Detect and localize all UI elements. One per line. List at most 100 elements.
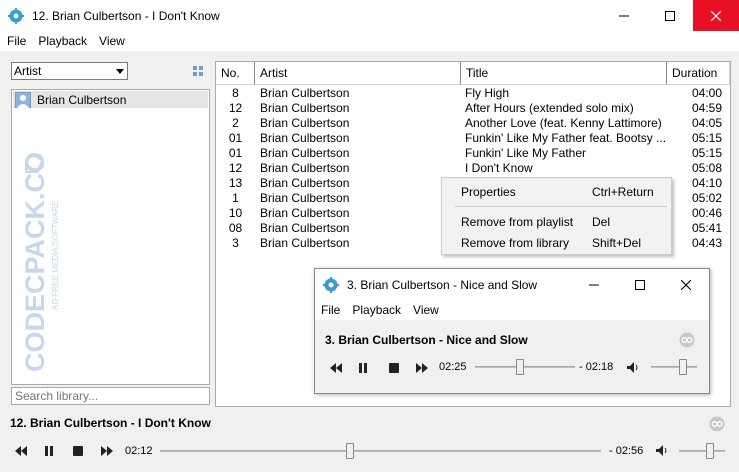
menu-bar: File Playback View [0, 31, 739, 51]
maximize-button[interactable] [647, 0, 693, 31]
volume-icon[interactable] [627, 362, 639, 373]
menu-view[interactable]: View [407, 303, 445, 317]
next-icon[interactable] [100, 445, 114, 457]
seek-bar[interactable] [160, 450, 601, 452]
codecpack-watermark-logo: CODECPACK.CO AD-FREE MEDIA SOFTWARE [20, 152, 60, 372]
menu-item-shortcut: Shift+Del [592, 236, 642, 250]
pause-icon[interactable] [44, 445, 54, 457]
cell-no: 2 [232, 116, 239, 130]
pause-icon[interactable] [358, 362, 368, 374]
cell-no: 12 [228, 101, 243, 115]
seek-thumb[interactable] [345, 443, 354, 459]
cell-duration: 04:43 [691, 236, 722, 250]
table-row[interactable]: 12 Brian Culbertson After Hours (extended … [216, 101, 730, 116]
column-header-duration[interactable]: Duration [667, 62, 730, 85]
menu-playback[interactable]: Playback [32, 34, 93, 48]
menu-item-label: Remove from playlist [461, 215, 574, 229]
table-row[interactable]: 01 Brian Culbertson Funkin' Like My Father… [216, 146, 730, 161]
title-bar: 12. Brian Culbertson - I Don't Know [0, 0, 739, 31]
cell-no: 10 [228, 206, 243, 220]
artist-name: Brian Culbertson [37, 92, 127, 107]
cell-no: 12 [228, 161, 243, 175]
stop-icon[interactable] [73, 445, 83, 457]
table-row[interactable]: 2 Brian Culbertson Another Love (feat. Ken… [216, 116, 730, 131]
mini-close-button[interactable] [663, 269, 709, 300]
mini-remaining-time: - 02:18 [579, 361, 614, 373]
cell-title: Funkin' Like My Father [465, 146, 587, 160]
maximize-icon [665, 10, 675, 21]
artist-list[interactable]: Brian Culbertson CODECPACK.CO AD-FREE ME… [11, 89, 210, 385]
menu-item-properties[interactable]: Properties Ctrl+Return [442, 182, 671, 202]
previous-icon[interactable] [329, 362, 343, 374]
cell-duration: 05:08 [691, 161, 722, 175]
cell-duration: 04:10 [691, 176, 722, 190]
cell-title: Funkin' Like My Father feat. Bootsy ... [465, 131, 667, 145]
cell-duration: 04:05 [691, 116, 722, 130]
artist-item[interactable]: Brian Culbertson [13, 91, 208, 108]
menu-file[interactable]: File [315, 303, 346, 317]
mini-volume-thumb[interactable] [679, 359, 688, 375]
menu-item-shortcut: Ctrl+Return [592, 185, 654, 199]
grid-view-icon[interactable] [193, 66, 204, 77]
cell-artist: Brian Culbertson [260, 161, 350, 175]
minimize-button[interactable] [601, 0, 647, 31]
column-header-no[interactable]: No. [216, 62, 255, 85]
lastfm-scrobble-icon[interactable] [709, 416, 725, 432]
now-playing-title: 12. Brian Culbertson - I Don't Know [10, 416, 211, 430]
cell-duration: 05:41 [691, 221, 722, 235]
mini-window-title: 3. Brian Culbertson - Nice and Slow [347, 277, 538, 292]
cell-artist: Brian Culbertson [260, 131, 350, 145]
volume-icon[interactable] [656, 445, 668, 456]
mini-maximize-button[interactable] [617, 269, 663, 300]
chevron-down-icon [116, 69, 124, 74]
maximize-icon [635, 279, 645, 290]
volume-slider[interactable] [679, 450, 725, 452]
remaining-time: - 02:56 [609, 445, 644, 457]
mini-seek-bar[interactable] [475, 366, 575, 368]
mini-now-playing-title: 3. Brian Culbertson - Nice and Slow [325, 333, 528, 347]
stop-icon[interactable] [389, 362, 399, 374]
menu-item-remove-playlist[interactable]: Remove from playlist Del [442, 212, 671, 232]
column-header-title[interactable]: Title [461, 62, 667, 85]
menu-item-label: Remove from library [461, 236, 570, 250]
table-row[interactable]: 8 Brian Culbertson Fly High 04:00 [216, 86, 730, 101]
minimize-icon [619, 15, 629, 16]
app-gear-icon [8, 7, 24, 24]
cell-no: 3 [232, 236, 239, 250]
cell-duration: 00:46 [691, 206, 722, 220]
person-icon [15, 91, 31, 108]
menu-item-shortcut: Del [592, 215, 611, 229]
cell-no: 08 [228, 221, 243, 235]
cell-no: 01 [228, 131, 243, 145]
cell-artist: Brian Culbertson [260, 206, 350, 220]
app-gear-icon [323, 276, 339, 293]
cell-no: 13 [228, 176, 243, 190]
group-by-value: Artist [14, 64, 42, 78]
cell-artist: Brian Culbertson [260, 101, 350, 115]
volume-thumb[interactable] [706, 443, 715, 459]
cell-no: 1 [232, 191, 239, 205]
search-library-input[interactable] [11, 387, 210, 405]
cell-artist: Brian Culbertson [260, 221, 350, 235]
cell-artist: Brian Culbertson [260, 191, 350, 205]
table-row[interactable]: 12 Brian Culbertson I Don't Know 05:08 [216, 161, 730, 176]
previous-icon[interactable] [14, 445, 28, 457]
group-by-select[interactable]: Artist [11, 62, 128, 80]
menu-playback[interactable]: Playback [346, 303, 407, 317]
window-title: 12. Brian Culbertson - I Don't Know [32, 8, 220, 23]
mini-volume-slider[interactable] [651, 366, 697, 368]
cell-duration: 05:15 [691, 131, 722, 145]
close-button[interactable] [693, 0, 739, 31]
mini-minimize-button[interactable] [571, 269, 617, 300]
lastfm-scrobble-icon[interactable] [679, 332, 695, 348]
column-header-artist[interactable]: Artist [255, 62, 461, 85]
close-icon [711, 10, 721, 21]
menu-file[interactable]: File [1, 34, 32, 48]
elapsed-time: 02:12 [125, 445, 153, 457]
menu-item-remove-library[interactable]: Remove from library Shift+Del [442, 233, 671, 253]
menu-view[interactable]: View [93, 34, 131, 48]
mini-seek-thumb[interactable] [516, 359, 524, 375]
next-icon[interactable] [415, 362, 429, 374]
menu-item-label: Properties [461, 185, 516, 199]
table-row[interactable]: 01 Brian Culbertson Funkin' Like My Father… [216, 131, 730, 146]
